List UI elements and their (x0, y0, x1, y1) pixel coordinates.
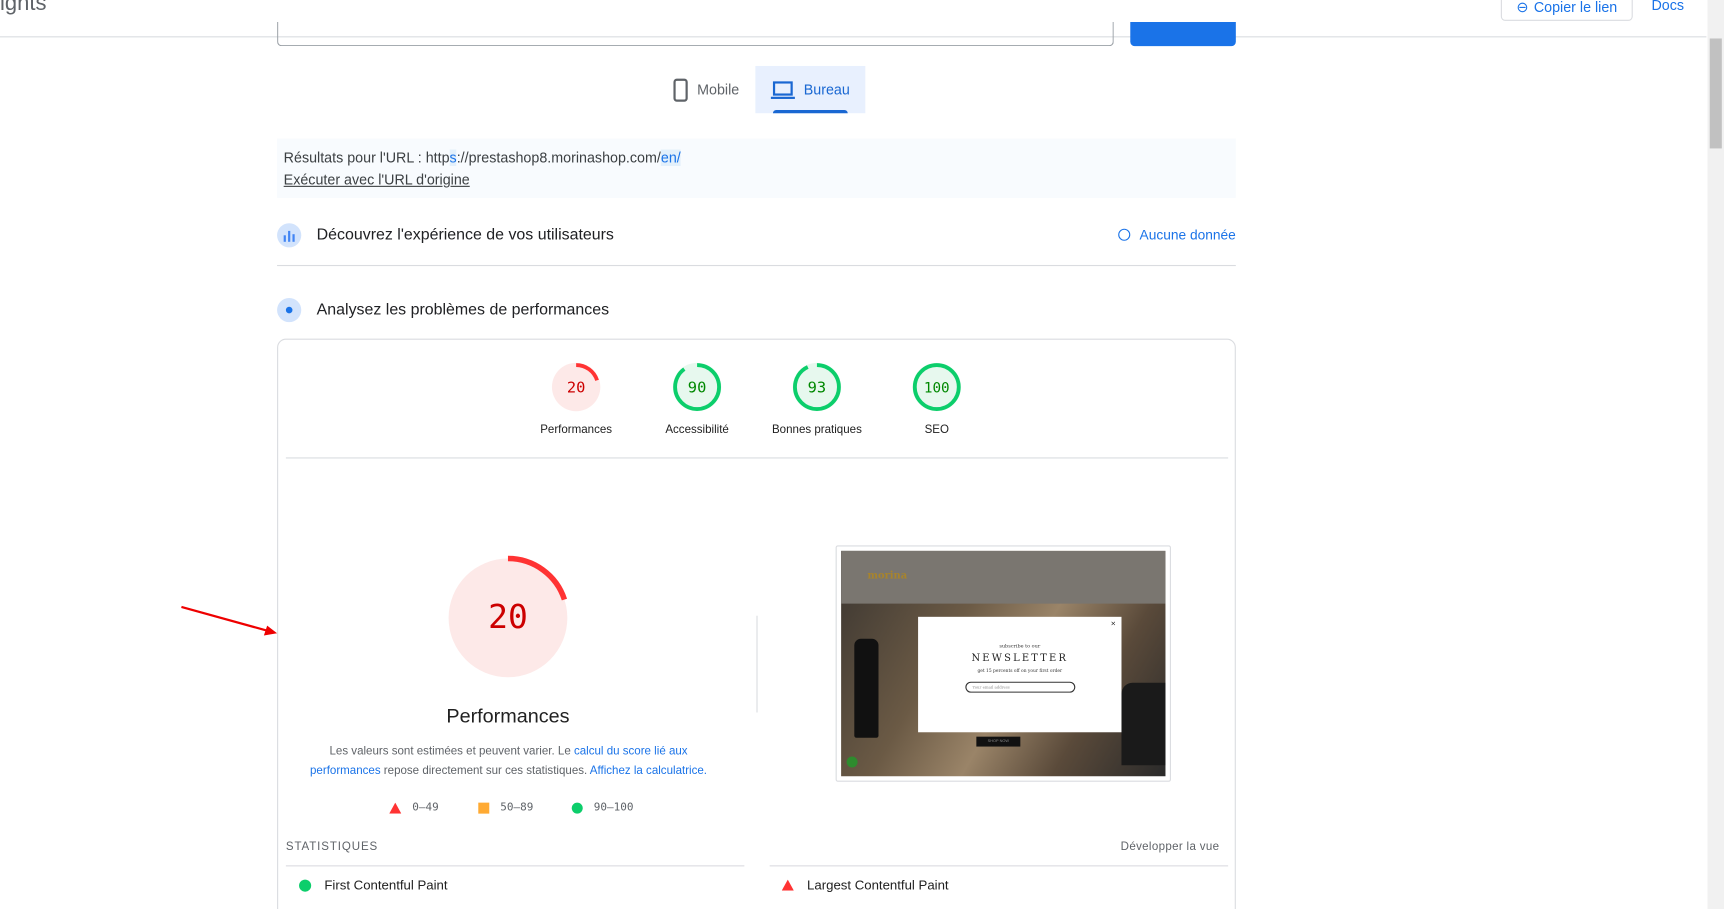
score-label: Accessibilité (665, 423, 729, 437)
divider (285, 865, 745, 867)
docs-link[interactable]: Docs (1651, 0, 1684, 13)
gauge-icon (277, 297, 302, 322)
scrollbar-thumb[interactable] (1709, 38, 1722, 149)
score-gauge-accessibilité[interactable]: 90 Accessibilité (642, 362, 752, 437)
copy-link-label: Copier le lien (1533, 0, 1618, 16)
pass-circle-icon (299, 879, 312, 892)
close-icon[interactable]: × (1110, 620, 1116, 628)
run-origin-link[interactable]: Exécuter avec l'URL d'origine (284, 172, 470, 188)
brand-title: ights (0, 0, 47, 16)
calculator-link[interactable]: Affichez la calculatrice. (590, 764, 707, 777)
main-gauge-title: Performances (446, 704, 570, 727)
square-icon (478, 802, 490, 814)
score-label: Bonnes pratiques (771, 423, 862, 437)
analyze-button[interactable] (1130, 21, 1236, 47)
statistics-heading: STATISTIQUES (285, 840, 379, 854)
metric-fcp: First Contentful Paint (299, 877, 448, 893)
site-logo: morina (867, 570, 908, 582)
metric-lcp: Largest Contentful Paint (781, 877, 949, 893)
bottle-image (854, 638, 879, 738)
divider (285, 457, 1229, 459)
url-results-box: Résultats pour l'URL : https://prestasho… (277, 138, 1236, 198)
laptop-icon (770, 80, 795, 99)
score-ring: 93 (792, 362, 842, 412)
legend-fail: 0–49 (389, 802, 439, 814)
users-chart-icon (277, 222, 302, 247)
url-part-highlight: en/ (660, 149, 681, 167)
expand-view-button[interactable]: Développer la vue (1078, 840, 1220, 853)
circle-icon (571, 802, 583, 814)
tab-mobile-label: Mobile (697, 81, 740, 98)
whatsapp-icon (846, 756, 858, 768)
score-label: SEO (924, 423, 949, 437)
popup-subtitle: get 15 percents off on your first order (977, 667, 1063, 673)
copy-link-button[interactable]: ⊖ Copier le lien (1500, 0, 1633, 21)
metric-name: First Contentful Paint (324, 877, 448, 893)
url-part: http (425, 149, 450, 167)
main-score-value: 20 (488, 597, 528, 636)
score-value: 20 (567, 379, 586, 397)
red-arrow-annotation (181, 605, 278, 636)
tab-mobile[interactable]: Mobile (658, 66, 755, 113)
popup-title: NEWSLETTER (971, 653, 1069, 665)
desc-text: repose directement sur ces statistiques. (380, 764, 590, 778)
main-performance-gauge: 20 (448, 555, 568, 678)
phone-icon (673, 78, 688, 102)
score-value: 93 (808, 379, 827, 397)
tab-desktop-label: Bureau (803, 81, 850, 98)
triangle-icon (389, 802, 402, 814)
popup-pretitle: subscribe to our (999, 644, 1041, 650)
score-description: Les valeurs sont estimées et peuvent var… (297, 741, 720, 781)
score-gauge-performances[interactable]: 20 Performances (521, 362, 631, 437)
score-gauge-bonnes-pratiques[interactable]: 93 Bonnes pratiques (762, 362, 872, 437)
tab-desktop[interactable]: Bureau (755, 65, 866, 114)
no-data-label: Aucune donnée (1139, 227, 1236, 243)
vertical-divider (756, 615, 758, 713)
score-ring: 20 (551, 362, 601, 412)
info-icon (1118, 228, 1131, 241)
newsletter-popup: × subscribe to our NEWSLETTER get 15 per… (918, 616, 1122, 733)
field-section-title: Découvrez l'expérience de vos utilisateu… (316, 225, 614, 244)
lab-data-section: Analysez les problèmes de performances (277, 295, 1236, 325)
final-screenshot: morina × subscribe to our NEWSLETTER get… (835, 545, 1171, 782)
metric-name: Largest Contentful Paint (807, 877, 949, 893)
screenshot-image: morina × subscribe to our NEWSLETTER get… (841, 550, 1166, 777)
score-value: 90 (688, 379, 707, 397)
legend-average: 50–89 (478, 802, 533, 814)
jacket-image (1121, 682, 1166, 766)
lab-section-title: Analysez les problèmes de performances (316, 300, 610, 319)
popup-email-input: Your email address (964, 681, 1075, 693)
no-data-link[interactable]: Aucune donnée (1118, 227, 1236, 243)
divider (769, 865, 1229, 867)
legend-pass: 90–100 (571, 801, 634, 814)
tab-active-indicator (772, 109, 848, 114)
desc-text: Les valeurs sont estimées et peuvent var… (329, 744, 574, 758)
field-data-section: Découvrez l'expérience de vos utilisateu… (277, 220, 1236, 250)
results-prefix: Résultats pour l'URL : (283, 149, 426, 167)
link-icon: ⊖ (1516, 0, 1529, 15)
score-value: 100 (924, 381, 950, 397)
legend-range: 0–49 (412, 801, 439, 814)
score-ring: 90 (672, 362, 722, 412)
score-ring: 100 (912, 362, 961, 412)
score-label: Performances (540, 423, 613, 437)
legend-range: 90–100 (593, 801, 634, 814)
url-input[interactable] (277, 21, 1114, 47)
url-part: ://prestashop8.morinashop.com/ (456, 149, 661, 167)
score-gauge-seo[interactable]: 100 SEO (882, 362, 992, 437)
fail-triangle-icon (781, 879, 794, 891)
shop-now-button: SHOP NOW (976, 736, 1021, 747)
legend-range: 50–89 (500, 801, 534, 814)
divider (277, 264, 1236, 267)
